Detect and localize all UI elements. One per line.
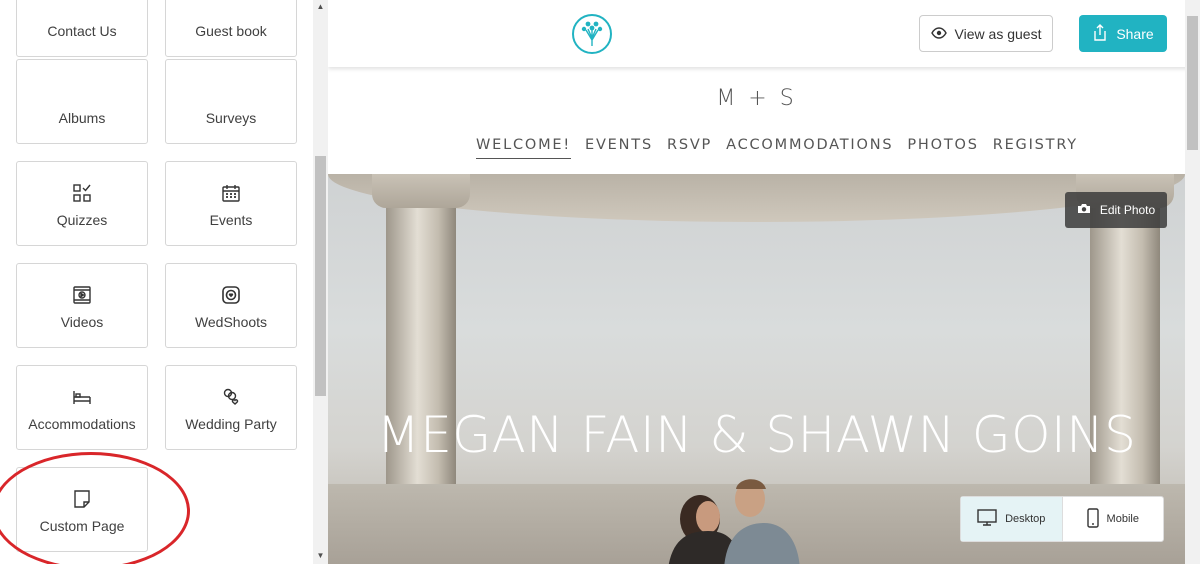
page-icon bbox=[71, 488, 93, 510]
preview-scroll-thumb[interactable] bbox=[1187, 16, 1198, 150]
bed-icon bbox=[71, 386, 93, 408]
eye-icon bbox=[930, 26, 947, 42]
sidebar-scroll-thumb[interactable] bbox=[315, 156, 326, 396]
scroll-up-arrow-icon[interactable]: ▲ bbox=[316, 2, 325, 11]
tile-label: Surveys bbox=[205, 110, 257, 126]
page-tile-guest-book[interactable]: Guest book bbox=[165, 0, 297, 57]
hero-headline: MEGAN FAIN & SHAWN GOINS bbox=[376, 406, 1137, 464]
edit-photo-button[interactable]: Edit Photo bbox=[1065, 192, 1167, 228]
page-tile-contact-us[interactable]: Contact Us bbox=[16, 0, 148, 57]
sidebar: Contact Us Guest book Albums Surveys Qui… bbox=[0, 0, 328, 564]
device-toggle: Desktop Mobile bbox=[960, 496, 1164, 542]
page-tile-events[interactable]: Events bbox=[165, 161, 297, 246]
video-icon bbox=[71, 284, 93, 306]
page-tile-wedshoots[interactable]: WedShoots bbox=[165, 263, 297, 348]
desktop-label: Desktop bbox=[1005, 513, 1046, 525]
camera-icon bbox=[1077, 203, 1091, 217]
page-tile-custom-page[interactable]: Custom Page bbox=[16, 467, 148, 552]
photo-couple bbox=[668, 479, 800, 564]
nav-welcome[interactable]: WELCOME! bbox=[476, 137, 571, 159]
grid-check-icon bbox=[71, 182, 93, 204]
photo-capital-left bbox=[372, 174, 470, 208]
brand-logo-icon bbox=[572, 14, 612, 54]
page-tile-wedding-party[interactable]: Wedding Party bbox=[165, 365, 297, 450]
tile-label: Wedding Party bbox=[185, 416, 277, 432]
share-icon bbox=[1092, 23, 1108, 44]
tile-label: Contact Us bbox=[47, 23, 117, 39]
tile-label: Accommodations bbox=[28, 416, 136, 432]
page-tile-videos[interactable]: Videos bbox=[16, 263, 148, 348]
tile-label: Albums bbox=[58, 110, 106, 126]
editor-topbar: View as guest Share bbox=[328, 0, 1200, 67]
nav-photos[interactable]: PHOTOS bbox=[907, 137, 978, 159]
mobile-view-button[interactable]: Mobile bbox=[1061, 497, 1164, 541]
tile-label: Guest book bbox=[195, 23, 267, 39]
nav-events[interactable]: EVENTS bbox=[585, 137, 653, 159]
camera-heart-icon bbox=[220, 284, 242, 306]
page-tile-accommodations[interactable]: Accommodations bbox=[16, 365, 148, 450]
page-tile-albums[interactable]: Albums bbox=[16, 59, 148, 144]
mobile-label: Mobile bbox=[1106, 513, 1139, 525]
tile-label: Videos bbox=[60, 314, 104, 330]
page-tile-quizzes[interactable]: Quizzes bbox=[16, 161, 148, 246]
nav-registry[interactable]: REGISTRY bbox=[993, 137, 1078, 159]
desktop-icon bbox=[977, 509, 997, 529]
site-preview: View as guest Share M + S WELCOME! EVENT… bbox=[328, 0, 1200, 564]
desktop-view-button[interactable]: Desktop bbox=[961, 497, 1062, 541]
share-label: Share bbox=[1116, 25, 1154, 42]
view-as-guest-label: View as guest bbox=[954, 25, 1042, 42]
site-monogram: M + S bbox=[716, 86, 797, 111]
scroll-down-arrow-icon[interactable]: ▼ bbox=[316, 551, 325, 560]
site-nav: WELCOME! EVENTS RSVP ACCOMMODATIONS PHOT… bbox=[476, 137, 1078, 159]
calendar-icon bbox=[220, 182, 242, 204]
mobile-icon bbox=[1086, 507, 1099, 531]
nav-rsvp[interactable]: RSVP bbox=[667, 137, 712, 159]
page-tile-surveys[interactable]: Surveys bbox=[165, 59, 297, 144]
tile-label: Events bbox=[209, 212, 253, 228]
tile-label: Quizzes bbox=[56, 212, 108, 228]
tile-label: Custom Page bbox=[39, 518, 125, 534]
people-heart-icon bbox=[220, 386, 242, 408]
view-as-guest-button[interactable]: View as guest bbox=[919, 15, 1053, 52]
nav-accommodations[interactable]: ACCOMMODATIONS bbox=[726, 137, 893, 159]
tile-label: WedShoots bbox=[194, 314, 268, 330]
edit-photo-label: Edit Photo bbox=[1099, 203, 1156, 217]
share-button[interactable]: Share bbox=[1079, 15, 1167, 52]
